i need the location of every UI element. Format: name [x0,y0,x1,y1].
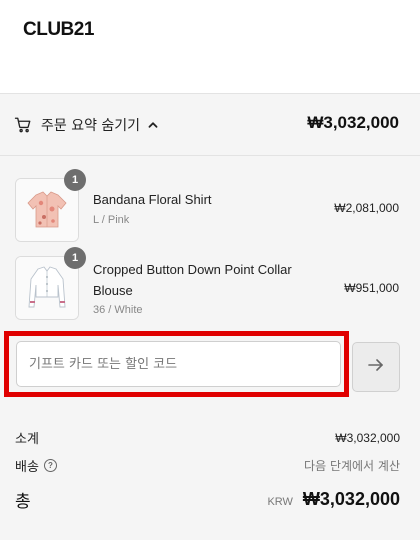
order-summary-toggle-button[interactable]: 주문 요약 숨기기 [14,113,158,137]
order-summary-panel: 주문 요약 숨기기 ₩3,032,000 1 Bandana Floral Sh… [0,94,420,540]
order-summary-toggle-label: 주문 요약 숨기기 [41,118,141,134]
order-summary-toggle-row: 주문 요약 숨기기 ₩3,032,000 [0,94,420,156]
line-item: 1 Cropped Button Down Point Collar Blous… [0,247,420,324]
shipping-value: 다음 단계에서 계산 [304,459,400,473]
help-circle-icon[interactable]: ? [43,459,57,472]
cart-icon [14,116,32,134]
discount-code-highlight [4,331,349,397]
shipping-row: 배송 ? 다음 단계에서 계산 [15,456,400,475]
shipping-label: 배송 [15,460,39,475]
total-label: 총 [15,492,31,512]
product-thumbnail: 1 [15,247,86,320]
product-price: ₩951,000 [344,281,399,295]
total-value: ₩3,032,000 [302,489,400,509]
shipping-label-group: 배송 ? [15,456,57,475]
discount-code-input[interactable] [16,341,341,387]
subtotal-label: 소계 [15,432,39,447]
product-thumbnail: 1 [15,169,86,242]
product-name: Cropped Button Down Point Collar Blouse [93,262,292,298]
product-variant: L / Pink [93,214,130,226]
chevron-up-icon [148,120,158,130]
subtotal-row: 소계 ₩3,032,000 [15,428,400,448]
quantity-badge: 1 [64,247,86,269]
product-variant: 36 / White [93,304,143,316]
subtotal-value: ₩3,032,000 [335,430,400,445]
currency-code: KRW [267,496,293,508]
apply-discount-button[interactable] [352,342,400,392]
order-summary-total: ₩3,032,000 [307,113,399,132]
store-logo[interactable]: CLUB21 [23,19,94,41]
line-item: 1 Bandana Floral Shirt L / Pink ₩2,081,0… [0,169,420,246]
product-name: Bandana Floral Shirt [93,192,212,207]
total-value-group: KRW ₩3,032,000 [267,489,400,510]
quantity-badge: 1 [64,169,86,191]
arrow-right-icon [367,356,385,379]
store-header: CLUB21 [0,0,420,94]
total-row: 총 KRW ₩3,032,000 [15,487,400,512]
product-price: ₩2,081,000 [334,201,399,215]
